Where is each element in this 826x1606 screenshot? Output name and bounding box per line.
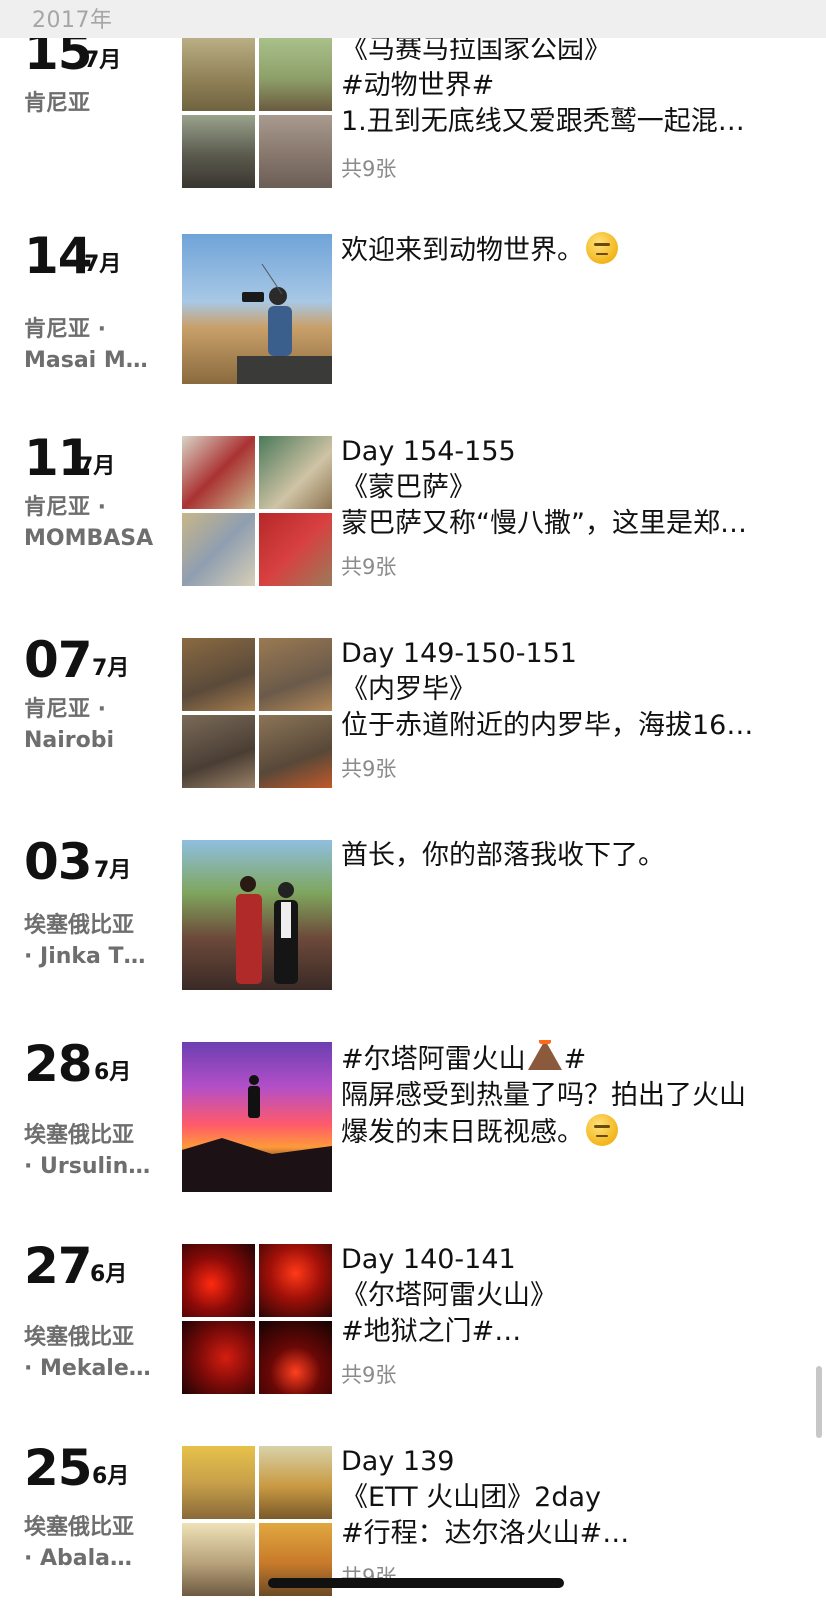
smirk-emoji-icon (586, 1114, 618, 1146)
entry-location: 肯尼亚 · Nairobi (24, 697, 115, 753)
photo-thumbnail[interactable] (259, 436, 332, 509)
photo-thumbnail[interactable] (259, 1446, 332, 1519)
people-figures (236, 876, 298, 984)
moment-entry[interactable]: 15 7月 肯尼亚 《马赛马拉国家公园》 #动物世界# 1.丑到无底线又爱跟秃鹫… (0, 23, 826, 190)
photo-thumbnail[interactable] (259, 1321, 332, 1394)
photo-count: 共9张 (341, 555, 397, 579)
moment-entry[interactable]: 14 7月 肯尼亚 · Masai M… 欢迎来到动物世界。 (0, 227, 826, 394)
entry-location: 肯尼亚 · MOMBASA (24, 495, 154, 551)
photo-count: 共9张 (341, 757, 397, 781)
entry-text[interactable]: 酋长，你的部落我收下了。 (341, 838, 811, 874)
photo-grid[interactable] (182, 1244, 332, 1394)
photo-thumbnail[interactable] (182, 1042, 332, 1192)
entry-month: 6月 (94, 1060, 132, 1085)
photo-thumbnail[interactable] (182, 513, 255, 586)
photo-thumbnail[interactable] (259, 513, 332, 586)
entry-month: 6月 (92, 1464, 130, 1489)
photo-thumbnail[interactable] (182, 38, 255, 111)
photo-thumbnail[interactable] (182, 1244, 255, 1317)
entry-day: 27 (24, 1237, 93, 1295)
photo-thumbnail[interactable] (182, 840, 332, 990)
year-label: 2017年 (32, 8, 113, 33)
smirk-emoji-icon (586, 232, 618, 264)
volcano-icon (527, 1040, 562, 1070)
moment-entry[interactable]: 03 7月 埃塞俄比亚 · Jinka T… 酋长，你的部落我收下了。 (0, 833, 826, 1000)
entry-day: 03 (24, 833, 93, 891)
entry-month: 7月 (94, 858, 132, 883)
photo-thumbnail[interactable] (259, 115, 332, 188)
year-header: 2017年 (0, 0, 826, 38)
entry-text[interactable]: Day 140-141 《尔塔阿雷火山》 #地狱之门#… (341, 1242, 811, 1350)
moments-feed[interactable]: 15 7月 肯尼亚 《马赛马拉国家公园》 #动物世界# 1.丑到无底线又爱跟秃鹫… (0, 0, 826, 1604)
entry-month: 7月 (84, 252, 122, 277)
photo-thumbnail[interactable] (182, 436, 255, 509)
photo-thumbnail[interactable] (259, 38, 332, 111)
moment-entry[interactable]: 27 6月 埃塞俄比亚 · Mekale… Day 140-141 《尔塔阿雷火… (0, 1237, 826, 1404)
photo-thumbnail[interactable] (182, 115, 255, 188)
entry-day: 07 (24, 631, 93, 689)
entry-location: 埃塞俄比亚 · Ursulin… (24, 1123, 151, 1179)
photo-grid[interactable] (182, 638, 332, 788)
entry-text[interactable]: 欢迎来到动物世界。 (341, 232, 811, 269)
photo-thumbnail[interactable] (182, 715, 255, 788)
entry-location: 埃塞俄比亚 · Jinka T… (24, 913, 146, 969)
photo-count: 共9张 (341, 157, 397, 181)
photo-thumbnail[interactable] (182, 1446, 255, 1519)
entry-location: 埃塞俄比亚 · Mekale… (24, 1325, 151, 1381)
entry-month: 7月 (78, 454, 116, 479)
entry-location: 肯尼亚 (24, 91, 91, 116)
silhouette-figure (182, 1075, 332, 1192)
moment-entry[interactable]: 28 6月 埃塞俄比亚 · Ursulin… #尔塔阿雷火山 # 隔屏感受到热量了… (0, 1035, 826, 1202)
entry-location: 肯尼亚 · Masai M… (24, 317, 148, 373)
photo-count: 共9张 (341, 1363, 397, 1387)
scrollbar-thumb[interactable] (816, 1366, 822, 1438)
entry-text[interactable]: #尔塔阿雷火山 # 隔屏感受到热量了吗？拍出了火山 爆发的末日既视感。 (341, 1040, 811, 1151)
entry-text[interactable]: Day 149-150-151 《内罗毕》 位于赤道附近的内罗毕，海拔16… (341, 636, 811, 744)
entry-location: 埃塞俄比亚 · Abala… (24, 1515, 135, 1571)
photo-grid[interactable] (182, 38, 332, 188)
photo-thumbnail[interactable] (182, 234, 332, 384)
person-figure (237, 263, 332, 384)
moment-entry[interactable]: 11 7月 肯尼亚 · MOMBASA Day 154-155 《蒙巴萨》 蒙巴… (0, 429, 826, 596)
photo-thumbnail[interactable] (259, 1244, 332, 1317)
entry-text[interactable]: 《马赛马拉国家公园》 #动物世界# 1.丑到无底线又爱跟秃鹫一起混… (341, 32, 811, 140)
entry-month: 6月 (90, 1262, 128, 1287)
entry-month: 7月 (84, 48, 122, 73)
photo-grid[interactable] (182, 436, 332, 586)
entry-text[interactable]: Day 154-155 《蒙巴萨》 蒙巴萨又称“慢八撒”，这里是郑… (341, 434, 811, 542)
home-indicator[interactable] (268, 1578, 564, 1588)
photo-thumbnail[interactable] (182, 1321, 255, 1394)
photo-thumbnail[interactable] (259, 638, 332, 711)
entry-day: 14 (24, 227, 93, 285)
entry-day: 25 (24, 1439, 93, 1497)
moment-entry[interactable]: 07 7月 肯尼亚 · Nairobi Day 149-150-151 《内罗毕… (0, 631, 826, 798)
photo-thumbnail[interactable] (259, 715, 332, 788)
entry-day: 28 (24, 1035, 93, 1093)
photo-thumbnail[interactable] (182, 1523, 255, 1596)
entry-month: 7月 (92, 656, 130, 681)
entry-text[interactable]: Day 139 《ETT 火山团》2day #行程：达尔洛火山#… (341, 1444, 811, 1552)
photo-thumbnail[interactable] (182, 638, 255, 711)
photo-grid[interactable] (182, 1446, 332, 1596)
